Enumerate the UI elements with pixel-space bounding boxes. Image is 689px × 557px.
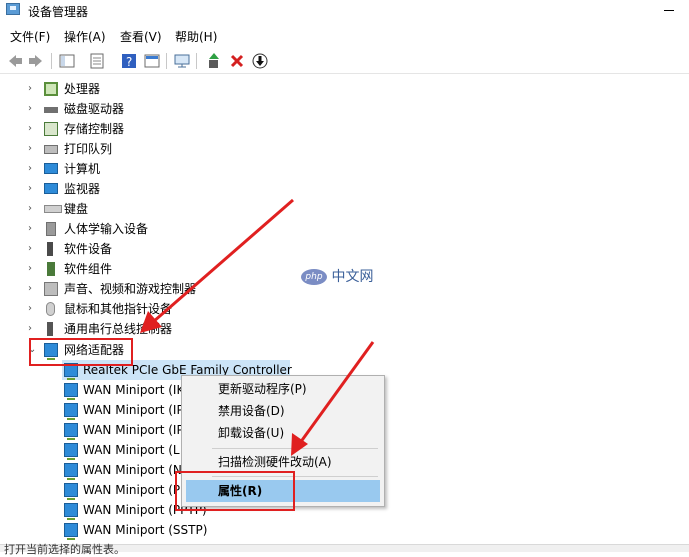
annotation-arrow-head xyxy=(140,311,162,333)
php-logo: php xyxy=(301,269,327,285)
annotation-arrow-line xyxy=(152,198,294,324)
annotation-arrow-line xyxy=(298,341,375,444)
status-text: 打开当前选择的属性表。 xyxy=(4,543,125,556)
watermark: php 中文网 xyxy=(301,266,373,286)
watermark-text: 中文网 xyxy=(331,269,374,285)
